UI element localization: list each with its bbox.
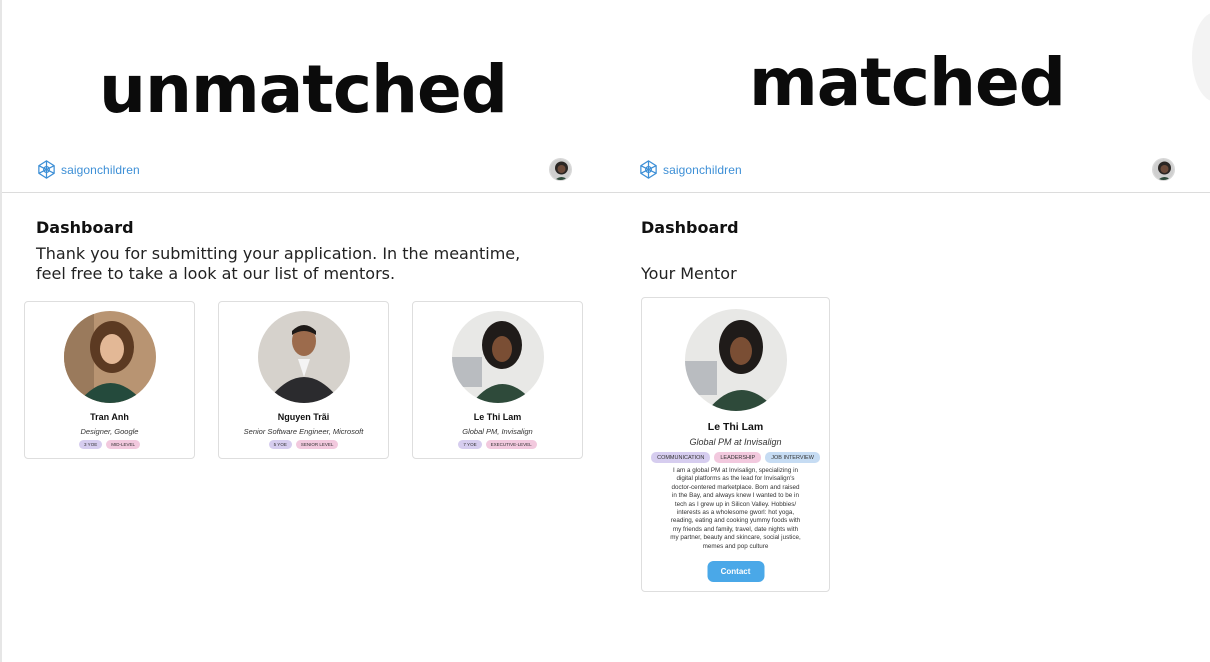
level-tag: EXECUTIVE-LEVEL bbox=[485, 440, 537, 449]
unmatched-heading: unmatched bbox=[99, 51, 508, 128]
mentor-photo bbox=[684, 309, 787, 411]
unmatched-screen: saigonchildren Dashboard Thank you for s… bbox=[2, 140, 604, 662]
brand-name: saigonchildren bbox=[663, 162, 742, 177]
saigonchildren-logo-icon bbox=[640, 160, 657, 179]
mentor-photo bbox=[257, 311, 350, 403]
bio-line: interests as a wholesome gworl: hot yoga… bbox=[676, 509, 795, 517]
saigonchildren-logo-icon bbox=[38, 160, 55, 179]
mentor-bio: I am a global PM at Invisalign, speciali… bbox=[654, 467, 817, 551]
mentor-card[interactable]: Tran Anh Designer, Google 3 YOE MID-LEVE… bbox=[24, 301, 195, 459]
mentor-card[interactable]: Le Thi Lam Global PM, Invisalign 7 YOE E… bbox=[412, 301, 583, 459]
mentor-tags: 7 YOE EXECUTIVE-LEVEL bbox=[413, 440, 582, 449]
submission-message: Thank you for submitting your applicatio… bbox=[36, 244, 576, 284]
bio-line: reading, eating and cooking yummy foods … bbox=[670, 517, 801, 525]
mentor-card[interactable]: Nguyen Trãi Senior Software Engineer, Mi… bbox=[218, 301, 389, 459]
message-line: feel free to take a look at our list of … bbox=[36, 264, 396, 283]
avatar-image bbox=[1153, 159, 1174, 180]
bio-line: my friends and family, travel, date nigh… bbox=[672, 525, 799, 533]
user-avatar[interactable] bbox=[549, 158, 572, 181]
mentor-tags: 3 YOE MID-LEVEL bbox=[25, 440, 194, 449]
message-line: Thank you for submitting your applicatio… bbox=[36, 244, 521, 263]
experience-tag: 7 YOE bbox=[458, 440, 482, 449]
bio-line: I am a global PM at Invisalign, speciali… bbox=[673, 467, 798, 474]
avatar-image bbox=[550, 159, 571, 180]
matched-heading: matched bbox=[749, 44, 1066, 121]
leadership-tag: LEADERSHIP bbox=[714, 452, 762, 463]
mentor-name: Le Thi Lam bbox=[473, 412, 522, 422]
dashboard-title: Dashboard bbox=[36, 218, 134, 237]
contact-button[interactable]: Contact bbox=[707, 561, 764, 582]
mentor-role: Global PM, Invisalign bbox=[462, 427, 533, 436]
mentor-role: Designer, Google bbox=[80, 427, 139, 436]
corner-decoration bbox=[1192, 12, 1210, 102]
dashboard-title: Dashboard bbox=[641, 218, 739, 237]
mentor-name: Tran Anh bbox=[90, 412, 129, 422]
bio-line: doctor-centered marketplace. Born and ra… bbox=[671, 483, 800, 491]
matched-screen: saigonchildren Dashboard Your Mentor Le … bbox=[604, 140, 1210, 662]
bio-line: digital platforms as the lead for Invisa… bbox=[676, 475, 795, 483]
matched-mentor-card: Le Thi Lam Global PM at Invisalign COMMU… bbox=[641, 297, 830, 592]
job-interview-tag: JOB INTERVIEW bbox=[765, 452, 820, 463]
experience-tag: 5 YOE bbox=[268, 440, 292, 449]
brand-logo[interactable]: saigonchildren bbox=[638, 159, 742, 180]
mentor-name: Le Thi Lam bbox=[707, 421, 764, 433]
mentor-photo bbox=[63, 311, 156, 403]
mentor-role: Senior Software Engineer, Microsoft bbox=[243, 427, 364, 436]
brand-logo[interactable]: saigonchildren bbox=[36, 159, 140, 180]
mentor-tags: 5 YOE SENIOR LEVEL bbox=[219, 440, 388, 449]
level-tag: SENIOR LEVEL bbox=[295, 440, 339, 449]
communication-tag: COMMUNICATION bbox=[651, 452, 711, 463]
user-avatar[interactable] bbox=[1152, 158, 1175, 181]
brand-name: saigonchildren bbox=[61, 162, 140, 177]
bio-line: my partner, beauty and skincare, social … bbox=[670, 534, 801, 542]
bio-line: tech as I grew up in Silicon Valley. Hob… bbox=[674, 500, 797, 508]
experience-tag: 3 YOE bbox=[79, 440, 103, 449]
mentor-role: Global PM at Invisalign bbox=[689, 437, 782, 447]
top-navigation-bar: saigonchildren bbox=[2, 140, 604, 193]
mentor-photo bbox=[451, 311, 544, 403]
your-mentor-label: Your Mentor bbox=[641, 264, 737, 283]
bio-line: memes and pop culture bbox=[702, 542, 769, 550]
level-tag: MID-LEVEL bbox=[106, 440, 140, 449]
bio-line: in the Bay, and always knew I wanted to … bbox=[672, 492, 799, 500]
top-navigation-bar: saigonchildren bbox=[604, 140, 1210, 193]
mentor-skill-tags: COMMUNICATION LEADERSHIP JOB INTERVIEW bbox=[642, 452, 829, 463]
mentor-name: Nguyen Trãi bbox=[277, 412, 330, 422]
